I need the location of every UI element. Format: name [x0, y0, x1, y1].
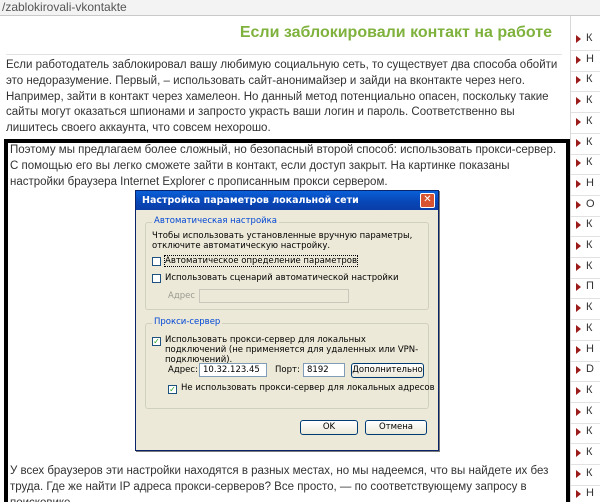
- sidebar-item-label: К: [586, 383, 593, 396]
- bullet-arrow-icon: [576, 221, 581, 230]
- bullet-arrow-icon: [576, 200, 581, 209]
- bypass-local-checkbox[interactable]: ✓: [168, 385, 177, 394]
- bullet-arrow-icon: [576, 490, 581, 499]
- bullet-arrow-icon: [576, 159, 581, 168]
- auto-config-group: Автоматическая настройка Чтобы использов…: [145, 216, 429, 310]
- proxy-port-label: Порт:: [275, 365, 300, 375]
- bullet-arrow-icon: [576, 428, 581, 437]
- right-sidebar: КНКККККНОКККПККНDКККККН: [570, 16, 600, 502]
- proxy-address-label: Адрес:: [168, 365, 198, 375]
- auto-detect-checkbox[interactable]: [152, 257, 161, 266]
- bullet-arrow-icon: [576, 324, 581, 333]
- proxy-server-group: Прокси-сервер ✓ Использовать прокси-серв…: [145, 317, 435, 409]
- auto-script-label: Использовать сценарий автоматической нас…: [165, 273, 399, 283]
- bullet-arrow-icon: [576, 262, 581, 271]
- bullet-arrow-icon: [576, 117, 581, 126]
- bullet-arrow-icon: [576, 242, 581, 250]
- use-proxy-label: Использовать прокси-сервер для локальных…: [165, 335, 419, 365]
- auto-config-description: Чтобы использовать установленные вручную…: [152, 231, 413, 251]
- article: Если заблокировали контакт на работе Есл…: [0, 16, 570, 502]
- sidebar-item-label: К: [586, 73, 593, 86]
- bullet-arrow-icon: [576, 55, 581, 64]
- sidebar-item-label: Н: [586, 342, 594, 355]
- sidebar-item-label: П: [586, 280, 594, 293]
- sidebar-item-label: Н: [586, 176, 594, 189]
- proxy-address-field[interactable]: 10.32.123.45: [199, 363, 267, 377]
- sidebar-item-label: К: [586, 218, 593, 231]
- bullet-arrow-icon: [576, 469, 581, 478]
- sidebar-item-label: К: [586, 259, 593, 272]
- bullet-arrow-icon: [576, 449, 581, 457]
- sidebar-item-label: К: [586, 301, 593, 314]
- bullet-arrow-icon: [576, 366, 581, 375]
- bullet-arrow-icon: [576, 97, 581, 106]
- bullet-arrow-icon: [576, 345, 581, 354]
- bullet-arrow-icon: [576, 76, 581, 85]
- sidebar-item-label: К: [586, 321, 593, 334]
- article-paragraph-2: Поэтому мы предлагаем более сложный, но …: [10, 144, 557, 188]
- sidebar-item-label: К: [586, 466, 593, 479]
- advanced-button[interactable]: Дополнительно: [351, 363, 424, 378]
- lan-settings-dialog: Настройка параметров локальной сети ✕ Ав…: [135, 190, 439, 451]
- sidebar-item-label: D: [586, 363, 594, 376]
- title-divider: [6, 54, 562, 55]
- bullet-arrow-icon: [576, 407, 581, 416]
- auto-address-label: Адрес: [168, 291, 195, 301]
- article-paragraph-1: Если работодатель заблокировал вашу люби…: [6, 59, 558, 135]
- sidebar-item-label: К: [586, 156, 593, 169]
- use-proxy-checkbox[interactable]: ✓: [152, 337, 161, 346]
- sidebar-item-label: К: [586, 135, 593, 148]
- sidebar-item-label: Н: [586, 52, 594, 65]
- bullet-arrow-icon: [576, 138, 581, 147]
- auto-config-group-label: Автоматическая настройка: [152, 216, 280, 226]
- article-paragraph-3: У всех браузеров эти настройки находятся…: [10, 465, 549, 502]
- proxy-port-field[interactable]: 8192: [303, 363, 345, 377]
- ok-button[interactable]: OK: [300, 420, 358, 435]
- sidebar-item-label: К: [586, 32, 593, 44]
- bullet-arrow-icon: [576, 386, 581, 395]
- auto-address-field[interactable]: [199, 289, 349, 303]
- bypass-local-label: Не использовать прокси-сервер для локаль…: [181, 383, 435, 393]
- sidebar-item-label: К: [586, 404, 593, 417]
- proxy-group-label: Прокси-сервер: [152, 317, 223, 327]
- sidebar-item[interactable]: Н: [571, 482, 600, 502]
- bullet-arrow-icon: [576, 304, 581, 313]
- url-text: /zablokirovali-vkontakte: [2, 0, 127, 14]
- sidebar-item-label: О: [586, 197, 595, 210]
- article-title: Если заблокировали контакт на работе: [239, 24, 552, 41]
- sidebar-item-label: К: [586, 94, 593, 107]
- auto-script-checkbox[interactable]: [152, 274, 161, 283]
- address-bar[interactable]: /zablokirovali-vkontakte: [0, 0, 600, 16]
- bullet-arrow-icon: [576, 283, 581, 292]
- sidebar-item-label: Н: [586, 487, 594, 500]
- cancel-button[interactable]: Отмена: [365, 420, 427, 435]
- sidebar-item-label: К: [586, 114, 593, 127]
- auto-detect-label: Автоматическое определение параметров: [164, 255, 358, 267]
- framed-figure-block: Поэтому мы предлагаем более сложный, но …: [4, 139, 570, 502]
- bullet-arrow-icon: [576, 35, 581, 43]
- sidebar-item-label: К: [586, 425, 593, 438]
- sidebar-item-label: К: [586, 446, 593, 458]
- dialog-title: Настройка параметров локальной сети: [136, 191, 438, 210]
- bullet-arrow-icon: [576, 179, 581, 188]
- sidebar-item-label: К: [586, 239, 593, 251]
- close-icon[interactable]: ✕: [420, 193, 435, 208]
